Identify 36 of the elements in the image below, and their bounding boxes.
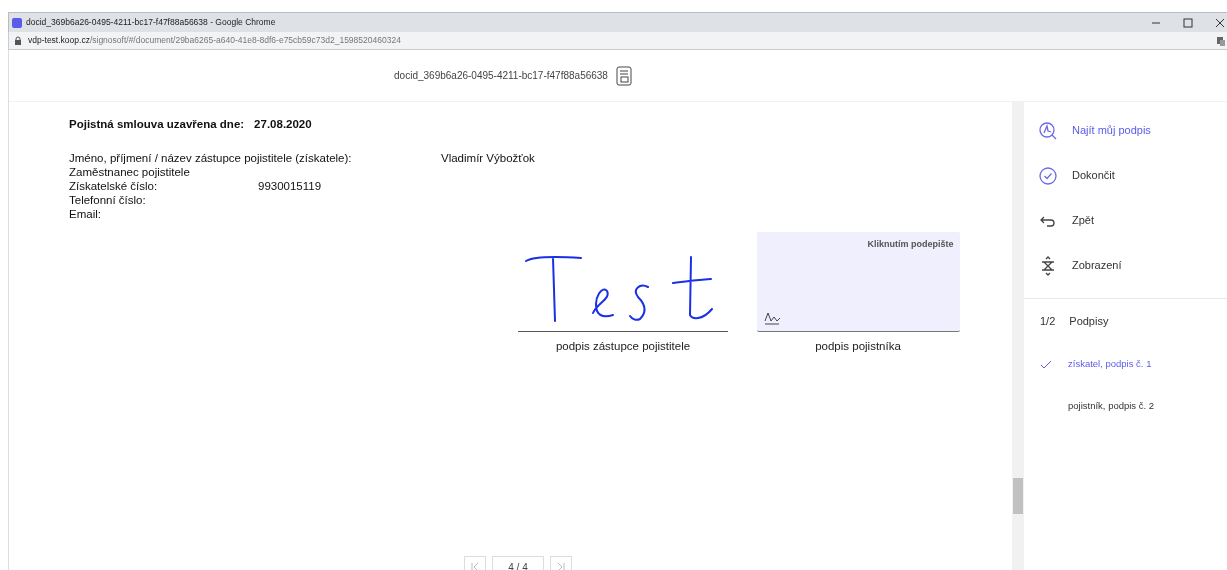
signature-caption: podpis zástupce pojistitele (555, 339, 691, 355)
contract-label: Pojistná smlouva uzavřena dne: (69, 117, 245, 132)
document-icon[interactable] (615, 65, 632, 86)
lock-icon (14, 36, 22, 45)
signature-count: 1/2 (1040, 313, 1056, 329)
sidebar-action[interactable]: Zobrazení (1024, 243, 1227, 288)
document-id: docid_369b6a26-0495-4211-bc17-f47f88a56638 (394, 69, 608, 83)
field-value: Vladimír Výbožťok (441, 151, 535, 166)
field-label: Email: (69, 207, 101, 222)
first-page-icon (470, 562, 480, 570)
field-value: 9930015119 (258, 179, 322, 194)
check-circle-icon (1038, 165, 1058, 186)
address-bar[interactable]: vdp-test.koop.cz/signosoft/#/document/29ba6265-a640-41e8-8df6-e75cb59c73d2_1598520460324 (8, 32, 1227, 50)
field-label: Jméno, příjmení / název zástupce pojistitele (získatele): (69, 151, 353, 166)
sidebar-action[interactable]: Dokončit (1024, 153, 1227, 198)
signatures-heading: Podpisy (1069, 313, 1109, 329)
signature-pen-icon (762, 311, 783, 326)
field-label: Zaměstnanec pojistitele (69, 165, 190, 180)
signature-field[interactable]: Kliknutím podepište (756, 232, 960, 333)
signature-caption: podpis pojistníka (815, 339, 901, 355)
last-page-icon (556, 562, 566, 570)
signature-hint: Kliknutím podepište (867, 238, 954, 252)
contract-date: 27.08.2020 (254, 117, 312, 132)
field-label: Získatelské číslo: (69, 179, 159, 194)
close-icon[interactable] (1215, 17, 1225, 28)
signature-list-item[interactable]: získatel, podpis č. 1 (1024, 343, 1227, 385)
signature-list-item[interactable]: pojistník, podpis č. 2 (1024, 385, 1227, 427)
maximize-icon[interactable] (1183, 17, 1193, 28)
favicon-icon (12, 17, 22, 28)
url-text: vdp-test.koop.cz/signosoft/#/document/29ba6265-a640-41e8-8df6-e75cb59c73d2_1598520460324 (28, 34, 402, 47)
window-title: docid_369b6a26-0495-4211-bc17-f47f88a56638 - Google Chrome (26, 16, 277, 29)
scrollbar[interactable] (1012, 102, 1024, 570)
search-icon (1038, 120, 1058, 141)
sidebar-action[interactable]: Zpět (1024, 198, 1227, 243)
field-label: Telefonní číslo: (69, 193, 146, 208)
sidebar-action[interactable]: Najít můj podpis (1024, 108, 1227, 153)
